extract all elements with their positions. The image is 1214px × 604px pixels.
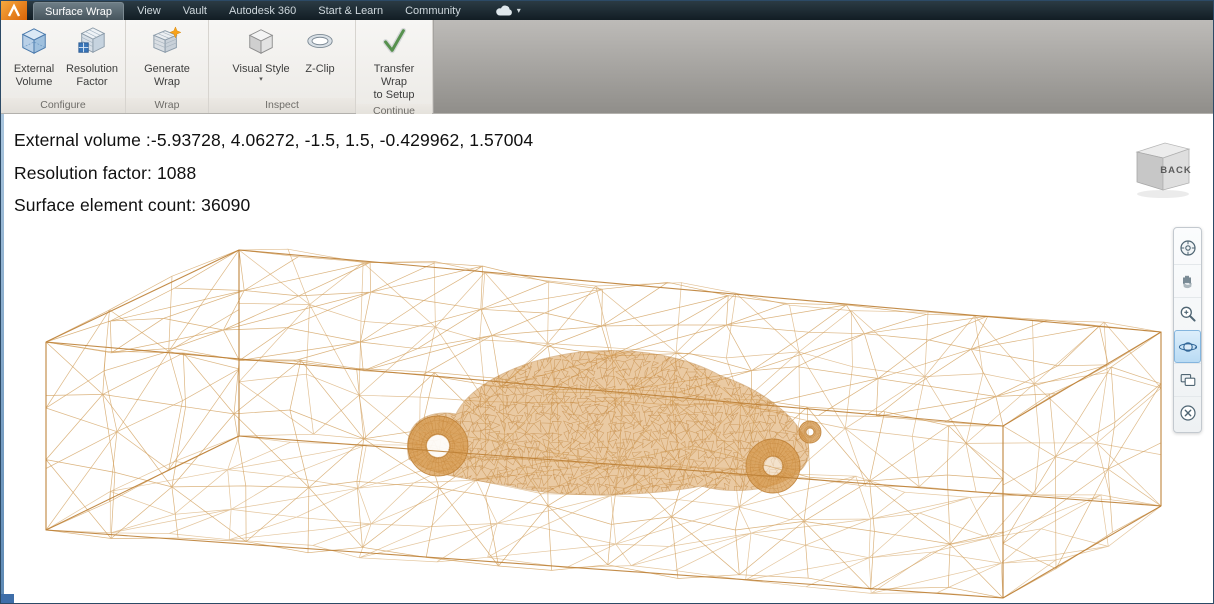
surface-element-count-text: Surface element count: 36090: [14, 195, 251, 215]
application-window: Surface Wrap View Vault Autodesk 360 Sta…: [0, 0, 1214, 604]
tab-vault[interactable]: Vault: [172, 1, 218, 20]
zoom-icon: [1180, 306, 1196, 322]
zoom-button[interactable]: [1174, 297, 1201, 330]
checkmark-icon: [379, 26, 409, 61]
navigation-toolbar: [1173, 227, 1202, 433]
ribbon-group-configure: External Volume Resolution Factor Config…: [1, 20, 126, 113]
navigation-wheel-icon: [1179, 239, 1196, 256]
transfer-wrap-button[interactable]: Transfer Wrap to Setup: [361, 23, 427, 104]
resolution-factor-icon: [77, 26, 107, 61]
viewport: External volume :-5.93728, 4.06272, -1.5…: [1, 114, 1213, 603]
orbit-icon: [1178, 341, 1197, 352]
resolution-factor-text: Resolution factor: 1088: [14, 162, 197, 183]
ribbon-group-continue: Transfer Wrap to Setup Continue: [356, 20, 433, 118]
ribbon-empty-area: [433, 20, 1213, 113]
tab-surface-wrap[interactable]: Surface Wrap: [33, 2, 125, 20]
external-volume-text: External volume :-5.93728, 4.06272, -1.5…: [14, 130, 534, 150]
visual-style-icon: [246, 26, 276, 61]
visual-style-button[interactable]: Visual Style ▾: [228, 23, 294, 85]
ribbon-group-wrap: Generate Wrap Wrap: [126, 20, 209, 113]
chevron-down-icon: ▾: [516, 6, 521, 15]
window-frame-corner: [1, 594, 14, 603]
close-navbar-button[interactable]: [1174, 396, 1201, 429]
resolution-factor-button[interactable]: Resolution Factor: [64, 23, 120, 91]
group-label-inspect: Inspect: [209, 98, 355, 113]
tab-autodesk-360[interactable]: Autodesk 360: [218, 1, 307, 20]
ribbon: External Volume Resolution Factor Config…: [1, 20, 1213, 118]
z-clip-icon: [305, 26, 335, 61]
app-button[interactable]: [1, 1, 27, 20]
pan-button[interactable]: [1174, 264, 1201, 297]
autodesk-logo-icon: [7, 2, 21, 17]
group-label-wrap: Wrap: [126, 98, 208, 113]
close-icon: [1179, 405, 1196, 421]
tab-start-learn[interactable]: Start & Learn: [307, 1, 394, 20]
cloud-icon: [495, 5, 512, 16]
navigation-wheel-button[interactable]: [1174, 231, 1201, 264]
tab-view[interactable]: View: [126, 1, 172, 20]
showmotion-icon: [1180, 374, 1195, 386]
ribbon-group-inspect: Visual Style ▾ Z-Clip Inspect: [209, 20, 356, 113]
group-label-configure: Configure: [1, 98, 125, 113]
ribbon-tab-bar: Surface Wrap View Vault Autodesk 360 Sta…: [1, 1, 1213, 20]
viewcube[interactable]: BACK: [1125, 136, 1197, 200]
external-volume-button[interactable]: External Volume: [6, 23, 62, 91]
generate-wrap-button[interactable]: Generate Wrap: [131, 23, 203, 91]
pan-hand-icon: [1182, 275, 1192, 289]
showmotion-button[interactable]: [1174, 363, 1201, 396]
tab-community[interactable]: Community: [394, 1, 472, 20]
window-frame-left: [1, 114, 4, 603]
viewcube-face-label: BACK: [1160, 165, 1191, 176]
cloud-menu-button[interactable]: ▾: [486, 1, 529, 20]
status-readout: External volume :-5.93728, 4.06272, -1.5…: [14, 124, 533, 222]
z-clip-button[interactable]: Z-Clip: [296, 23, 344, 78]
orbit-button[interactable]: [1174, 330, 1201, 363]
dropdown-caret-icon: ▾: [259, 75, 263, 83]
generate-wrap-icon: [152, 26, 182, 61]
external-volume-icon: [19, 26, 49, 61]
